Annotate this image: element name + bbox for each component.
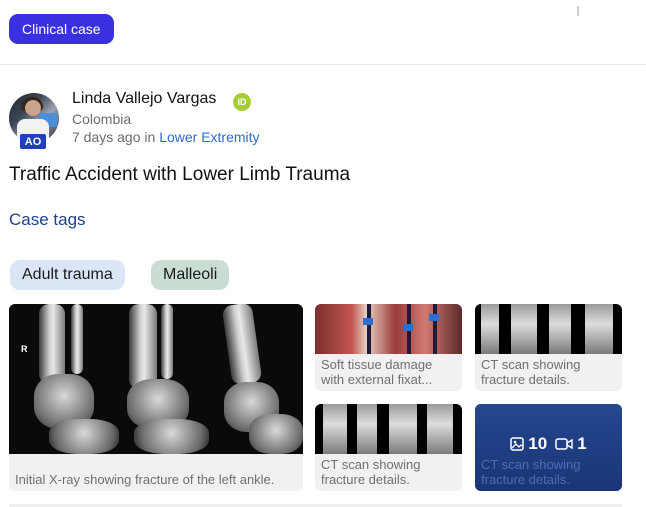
posted-in-word: in: [144, 129, 156, 145]
video-count: 1: [577, 434, 587, 453]
ct-scan-image: [475, 304, 622, 354]
clinical-case-badge[interactable]: Clinical case: [9, 14, 114, 44]
post-meta: 7 days ago in Lower Extremity: [72, 129, 260, 145]
gallery-thumbnail-soft-tissue[interactable]: Soft tissue damage with external fixat..…: [315, 304, 462, 391]
image-icon: [510, 437, 525, 451]
header-divider: [0, 64, 646, 65]
image-caption: CT scan showing fracture details.: [481, 457, 581, 487]
gallery-more-overlay[interactable]: CT scan showing fracture details. 10 1: [475, 404, 622, 491]
image-caption: Initial X-ray showing fracture of the le…: [15, 472, 275, 487]
image-count: 10: [528, 434, 548, 453]
gallery-thumbnail-ct-2[interactable]: CT scan showing fracture details.: [315, 404, 462, 491]
orcid-icon[interactable]: iD: [233, 93, 251, 111]
media-counts: 10 1: [475, 434, 622, 454]
scroll-indicator: [577, 6, 579, 16]
case-title: Traffic Accident with Lower Limb Trauma: [9, 164, 351, 185]
ao-badge: AO: [20, 134, 46, 149]
posted-time: 7 days ago: [72, 129, 141, 145]
video-icon: [555, 438, 573, 450]
image-caption: CT scan showing fracture details.: [481, 357, 581, 387]
tag-adult-trauma[interactable]: Adult trauma: [10, 260, 125, 290]
author-name[interactable]: Linda Vallejo Vargas: [72, 90, 216, 108]
image-caption: CT scan showing fracture details.: [321, 457, 421, 487]
image-caption: Soft tissue damage with external fixat..…: [321, 357, 433, 387]
xray-image: R: [9, 304, 303, 454]
gallery-main-image[interactable]: R Initial X-ray showing fracture of the …: [9, 304, 303, 491]
soft-tissue-image: [315, 304, 462, 354]
case-tags-heading: Case tags: [9, 210, 86, 229]
ct-scan-image: [315, 404, 462, 454]
gallery-thumbnail-ct-1[interactable]: CT scan showing fracture details.: [475, 304, 622, 391]
category-link[interactable]: Lower Extremity: [159, 129, 259, 145]
author-country: Colombia: [72, 111, 132, 127]
tag-malleoli[interactable]: Malleoli: [151, 260, 230, 290]
xray-side-marker: R: [21, 344, 28, 354]
author-avatar[interactable]: AO: [9, 93, 59, 149]
